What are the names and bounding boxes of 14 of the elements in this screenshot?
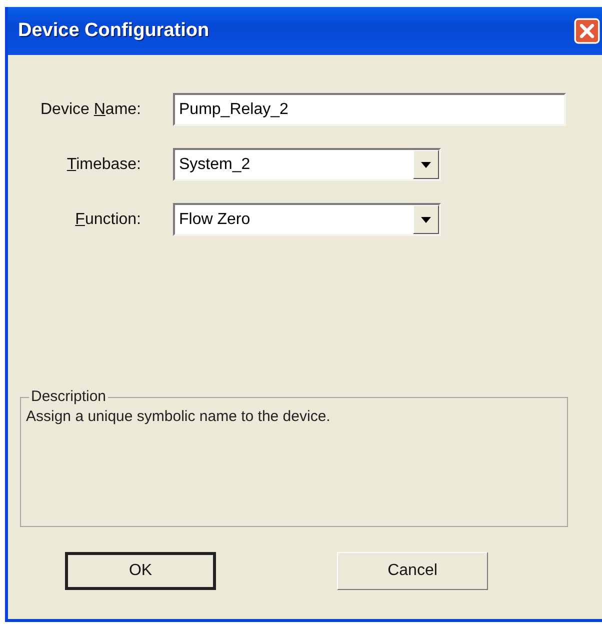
field-label: Function: — [74, 210, 141, 228]
field-label: Timebase: — [66, 156, 141, 174]
dropdown-field[interactable]: Flow Zero — [173, 203, 441, 236]
dropdown-field[interactable]: System_2 — [173, 148, 441, 181]
device-name-field[interactable]: Pump_Relay_2 — [173, 93, 566, 126]
dropdown-arrow-icon — [421, 162, 431, 168]
window-title: Device Configuration — [18, 20, 210, 42]
group-title: Description — [29, 388, 108, 405]
cancel-button[interactable]: Cancel — [337, 552, 488, 590]
ok-button[interactable]: OK — [65, 552, 216, 590]
dropdown-arrow-icon — [421, 216, 431, 222]
field-label: Device Name: — [40, 100, 141, 118]
close-icon[interactable] — [574, 18, 600, 44]
description-text: Assign a unique symbolic name to the device. — [26, 408, 330, 425]
